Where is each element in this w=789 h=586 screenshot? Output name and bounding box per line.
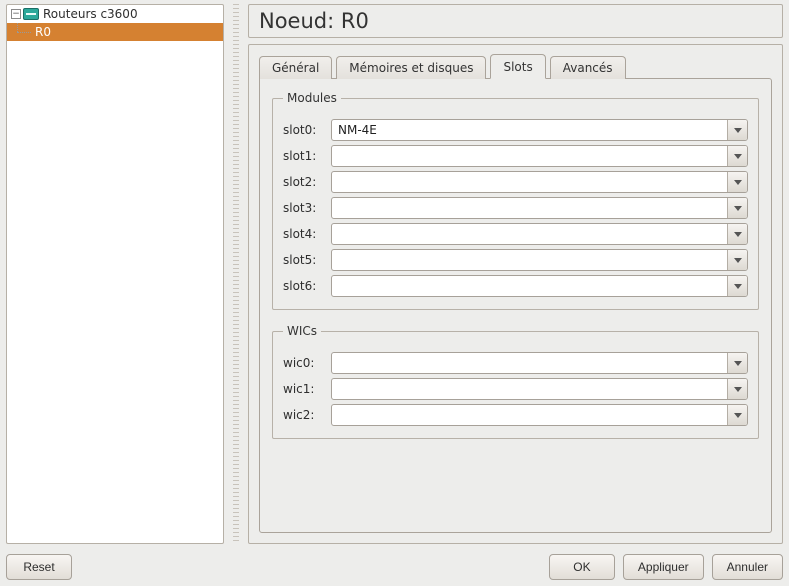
slot1-value: [332, 146, 727, 166]
page-title: Noeud: R0: [259, 9, 772, 33]
tab-memories-disks[interactable]: Mémoires et disques: [336, 56, 486, 79]
slot0-combo[interactable]: NM-4E: [331, 119, 748, 141]
dialog-buttons: Reset OK Appliquer Annuler: [6, 544, 783, 580]
cancel-button[interactable]: Annuler: [712, 554, 783, 580]
slot0-value: NM-4E: [332, 120, 727, 140]
group-modules: Modules slot0: NM-4E slot1:: [272, 91, 759, 310]
slot4-label: slot4:: [283, 227, 325, 241]
slot2-combo[interactable]: [331, 171, 748, 193]
slot4-combo[interactable]: [331, 223, 748, 245]
group-wics: WICs wic0: wic1:: [272, 324, 759, 439]
slot5-label: slot5:: [283, 253, 325, 267]
collapse-icon[interactable]: −: [11, 9, 21, 19]
wic2-combo[interactable]: [331, 404, 748, 426]
config-panel: Général Mémoires et disques Slots Avancé…: [248, 44, 783, 544]
chevron-down-icon[interactable]: [727, 120, 747, 140]
slot1-row: slot1:: [283, 145, 748, 167]
chevron-down-icon[interactable]: [727, 198, 747, 218]
tab-slots[interactable]: Slots: [490, 54, 545, 79]
tab-page-slots: Modules slot0: NM-4E slot1:: [259, 78, 772, 533]
wic1-row: wic1:: [283, 378, 748, 400]
wic2-label: wic2:: [283, 408, 325, 422]
splitter-handle[interactable]: [233, 4, 239, 544]
slot6-value: [332, 276, 727, 296]
wic1-label: wic1:: [283, 382, 325, 396]
slot3-combo[interactable]: [331, 197, 748, 219]
slot3-label: slot3:: [283, 201, 325, 215]
tree-node-label: R0: [35, 25, 51, 39]
group-modules-legend: Modules: [283, 91, 341, 105]
slot5-combo[interactable]: [331, 249, 748, 271]
tab-bar: Général Mémoires et disques Slots Avancé…: [259, 53, 772, 78]
wic0-label: wic0:: [283, 356, 325, 370]
chevron-down-icon[interactable]: [727, 146, 747, 166]
wic0-combo[interactable]: [331, 352, 748, 374]
group-wics-legend: WICs: [283, 324, 321, 338]
node-header: Noeud: R0: [248, 4, 783, 38]
slot5-value: [332, 250, 727, 270]
slot4-value: [332, 224, 727, 244]
device-tree[interactable]: − Routeurs c3600 R0: [6, 4, 224, 544]
chevron-down-icon[interactable]: [727, 353, 747, 373]
ok-button[interactable]: OK: [549, 554, 615, 580]
tab-advanced[interactable]: Avancés: [550, 56, 626, 79]
reset-button[interactable]: Reset: [6, 554, 72, 580]
slot1-combo[interactable]: [331, 145, 748, 167]
slot3-value: [332, 198, 727, 218]
slot2-value: [332, 172, 727, 192]
chevron-down-icon[interactable]: [727, 172, 747, 192]
wic2-value: [332, 405, 727, 425]
slot1-label: slot1:: [283, 149, 325, 163]
slot2-label: slot2:: [283, 175, 325, 189]
slot0-label: slot0:: [283, 123, 325, 137]
chevron-down-icon[interactable]: [727, 250, 747, 270]
tree-node-r0[interactable]: R0: [7, 23, 223, 41]
chevron-down-icon[interactable]: [727, 405, 747, 425]
slot3-row: slot3:: [283, 197, 748, 219]
chevron-down-icon[interactable]: [727, 276, 747, 296]
slot5-row: slot5:: [283, 249, 748, 271]
router-icon: [23, 8, 39, 20]
tab-general[interactable]: Général: [259, 56, 332, 79]
wic1-value: [332, 379, 727, 399]
wic2-row: wic2:: [283, 404, 748, 426]
chevron-down-icon[interactable]: [727, 379, 747, 399]
tree-node-label: Routeurs c3600: [43, 7, 138, 21]
wic0-value: [332, 353, 727, 373]
slot6-label: slot6:: [283, 279, 325, 293]
slot6-row: slot6:: [283, 275, 748, 297]
apply-button[interactable]: Appliquer: [623, 554, 704, 580]
chevron-down-icon[interactable]: [727, 224, 747, 244]
slot0-row: slot0: NM-4E: [283, 119, 748, 141]
tree-branch-icon: [11, 23, 33, 41]
slot2-row: slot2:: [283, 171, 748, 193]
slot4-row: slot4:: [283, 223, 748, 245]
slot6-combo[interactable]: [331, 275, 748, 297]
wic1-combo[interactable]: [331, 378, 748, 400]
wic0-row: wic0:: [283, 352, 748, 374]
tree-node-routers-c3600[interactable]: − Routeurs c3600: [7, 5, 223, 23]
